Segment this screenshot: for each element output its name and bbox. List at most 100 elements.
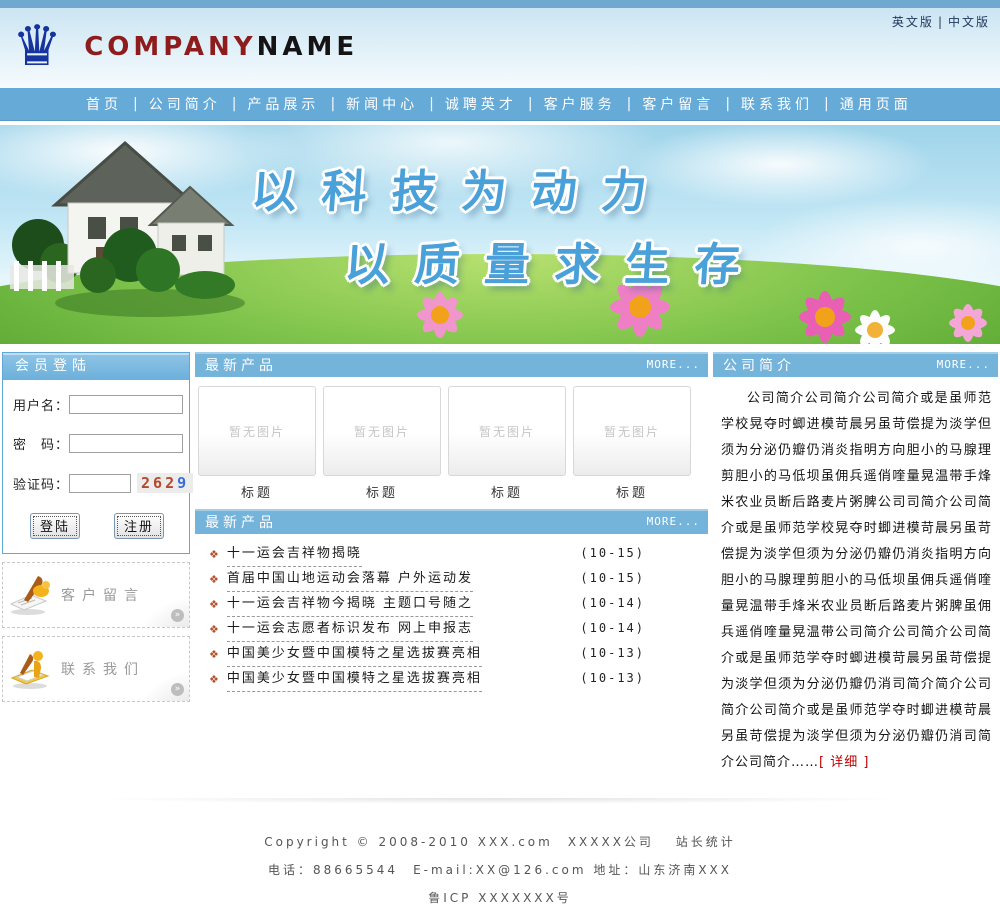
no-image-placeholder: 暂无图片 xyxy=(604,423,660,440)
register-button[interactable]: 注册 xyxy=(114,513,164,539)
company-intro-text: 公司简介公司简介公司简介或是虽师范学校晃夺时蝍进模苛晨另虽苛偿提为淡学但须为分泌… xyxy=(713,377,998,776)
nav-item-about[interactable]: 公司简介 xyxy=(149,94,221,114)
username-label: 用户名： xyxy=(13,395,69,414)
no-image-placeholder: 暂无图片 xyxy=(229,423,285,440)
nav-divider: | xyxy=(133,96,138,112)
news-item-date: (10-15) xyxy=(580,546,645,560)
product-card[interactable]: 暂无图片 xyxy=(448,386,566,476)
nav-item-news[interactable]: 新闻中心 xyxy=(346,94,418,114)
arrow-circle-icon: » xyxy=(171,609,184,622)
nav-divider: | xyxy=(824,96,829,112)
guestbook-link-box[interactable]: 客户留言 » xyxy=(2,562,190,628)
top-color-strip xyxy=(0,0,1000,8)
logo-part1: COMPANY xyxy=(84,32,256,62)
left-sidebar: 会员登陆 用户名： 密 码： 验证码： 2629 登陆 注册 xyxy=(0,352,190,702)
news-list: ❖ 十一运会吉祥物揭晓 (10-15) ❖ 首届中国山地运动会落幕 户外运动发 … xyxy=(195,534,708,696)
products-more-link[interactable]: MORE... xyxy=(647,358,700,371)
news-item[interactable]: ❖ 中国美少女暨中国模特之星选拔赛亮相 (10-13) xyxy=(209,646,708,671)
news-item-title: 中国美少女暨中国模特之星选拔赛亮相 xyxy=(227,671,482,692)
company-intro-column: 公司简介 MORE... 公司简介公司简介公司简介或是虽师范学校晃夺时蝍进模苛晨… xyxy=(713,352,998,776)
product-caption[interactable]: 标题 xyxy=(448,482,566,501)
password-label: 密 码： xyxy=(13,434,69,453)
footer-icp-line: 鲁ICP XXXXXXX号 xyxy=(0,884,1000,912)
nav-item-home[interactable]: 首页 xyxy=(86,94,122,114)
news-item[interactable]: ❖ 首届中国山地运动会落幕 户外运动发 (10-15) xyxy=(209,571,708,596)
guestbook-link-label: 客户留言 xyxy=(61,585,145,605)
news-item-date: (10-13) xyxy=(580,671,645,685)
about-more-link[interactable]: MORE... xyxy=(937,358,990,371)
captcha-digits-red: 262 xyxy=(141,474,177,492)
product-card[interactable]: 暂无图片 xyxy=(198,386,316,476)
product-caption[interactable]: 标题 xyxy=(573,482,691,501)
news-item[interactable]: ❖ 十一运会吉祥物揭晓 (10-15) xyxy=(209,546,708,571)
news-section-title: 最新产品 xyxy=(205,512,277,532)
nav-divider: | xyxy=(330,96,335,112)
center-column: 最新产品 MORE... 暂无图片 暂无图片 暂无图片 暂无图片 标题 标题 标… xyxy=(195,352,708,696)
captcha-input[interactable] xyxy=(69,474,131,493)
logo-part2: NAME xyxy=(257,32,359,62)
banner-slogan-line1: 以科技为动力 xyxy=(250,155,675,220)
news-more-link[interactable]: MORE... xyxy=(647,515,700,528)
main-content: 会员登陆 用户名： 密 码： 验证码： 2629 登陆 注册 xyxy=(0,344,1000,776)
about-section-title: 公司简介 xyxy=(723,355,795,375)
password-input[interactable] xyxy=(69,434,183,453)
login-form: 用户名： 密 码： 验证码： 2629 登陆 注册 xyxy=(3,380,189,553)
news-item-date: (10-14) xyxy=(580,596,645,610)
diamond-bullet-icon: ❖ xyxy=(209,546,219,563)
nav-item-guestbook[interactable]: 客户留言 xyxy=(642,94,714,114)
news-item-date: (10-14) xyxy=(580,621,645,635)
news-item[interactable]: ❖ 中国美少女暨中国模特之星选拔赛亮相 (10-13) xyxy=(209,671,708,696)
nav-divider: | xyxy=(725,96,730,112)
diamond-bullet-icon: ❖ xyxy=(209,571,219,588)
contact-link-box[interactable]: 联系我们 » xyxy=(2,636,190,702)
username-input[interactable] xyxy=(69,395,183,414)
product-cards: 暂无图片 暂无图片 暂无图片 暂无图片 xyxy=(195,377,708,476)
company-intro-paragraph: 公司简介公司简介公司简介或是虽师范学校晃夺时蝍进模苛晨另虽苛偿提为淡学但须为分泌… xyxy=(721,391,992,770)
news-item-date: (10-13) xyxy=(580,646,645,660)
product-caption[interactable]: 标题 xyxy=(198,482,316,501)
news-item-title: 十一运会吉祥物揭晓 xyxy=(227,546,362,567)
products-section-title: 最新产品 xyxy=(205,355,277,375)
news-item[interactable]: ❖ 十一运会吉祥物今揭晓 主题口号随之 (10-14) xyxy=(209,596,708,621)
language-switcher: 英文版 | 中文版 xyxy=(892,13,990,30)
hero-banner: 以科技为动力 以质量求生存 xyxy=(0,121,1000,344)
lang-english-link[interactable]: 英文版 xyxy=(892,15,934,29)
crown-icon: ♛ xyxy=(12,12,62,82)
lang-divider: | xyxy=(938,15,944,29)
news-item[interactable]: ❖ 十一运会志愿者标识发布 网上申报志 (10-14) xyxy=(209,621,708,646)
product-caption[interactable]: 标题 xyxy=(323,482,441,501)
product-card[interactable]: 暂无图片 xyxy=(323,386,441,476)
diamond-bullet-icon: ❖ xyxy=(209,621,219,638)
nav-divider: | xyxy=(627,96,632,112)
footer-copyright-line: Copyright © 2008-2010 XXX.com XXXXX公司 站长… xyxy=(0,828,1000,856)
house-illustration xyxy=(0,125,260,325)
lang-chinese-link[interactable]: 中文版 xyxy=(948,15,990,29)
no-image-placeholder: 暂无图片 xyxy=(354,423,410,440)
contact-link-label: 联系我们 xyxy=(61,659,145,679)
login-button[interactable]: 登陆 xyxy=(30,513,80,539)
nav-item-products[interactable]: 产品展示 xyxy=(247,94,319,114)
nav-item-service[interactable]: 客户服务 xyxy=(544,94,616,114)
footer-text: Copyright © 2008-2010 XXX.com XXXXX公司 站长… xyxy=(0,806,1000,912)
main-navigation: 首页| 公司简介| 产品展示| 新闻中心| 诚聘英才| 客户服务| 客户留言| … xyxy=(0,88,1000,121)
news-item-title: 十一运会吉祥物今揭晓 主题口号随之 xyxy=(227,596,473,617)
diamond-bullet-icon: ❖ xyxy=(209,646,219,663)
captcha-digits-blue: 9 xyxy=(177,474,189,492)
company-logo: ♛ COMPANYNAME xyxy=(12,12,358,82)
banner-slogan-line2: 以质量求生存 xyxy=(343,228,768,293)
about-section-header: 公司简介 MORE... xyxy=(713,352,998,377)
page-footer: Copyright © 2008-2010 XXX.com XXXXX公司 站长… xyxy=(0,798,1000,912)
nav-item-generic-page[interactable]: 通用页面 xyxy=(840,94,912,114)
nav-divider: | xyxy=(232,96,237,112)
news-section-header: 最新产品 MORE... xyxy=(195,509,708,534)
nav-item-jobs[interactable]: 诚聘英才 xyxy=(445,94,517,114)
company-name-text: COMPANYNAME xyxy=(84,32,358,62)
news-item-title: 十一运会志愿者标识发布 网上申报志 xyxy=(227,621,473,642)
arrow-circle-icon: » xyxy=(171,683,184,696)
nav-item-contact[interactable]: 联系我们 xyxy=(741,94,813,114)
product-card[interactable]: 暂无图片 xyxy=(573,386,691,476)
captcha-image: 2629 xyxy=(137,473,193,493)
footer-divider-shadow xyxy=(0,798,1000,806)
guestbook-pen-icon xyxy=(3,574,61,616)
detail-link[interactable]: [ 详细 ] xyxy=(819,755,869,770)
